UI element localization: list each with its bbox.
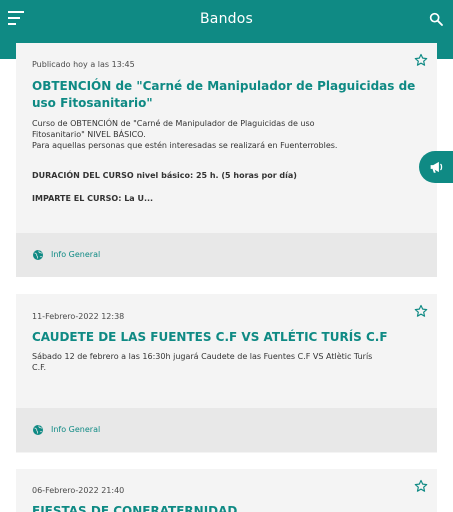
- card-date: Publicado hoy a las 13:45: [32, 60, 135, 69]
- card-title[interactable]: OBTENCIÓN de "Carné de Manipulador de Pl…: [32, 78, 417, 112]
- category-link[interactable]: Info General: [51, 250, 100, 259]
- card-body-line: Sábado 12 de febrero a las 16:30h jugará…: [32, 352, 373, 361]
- page-title: Bandos: [199, 11, 253, 27]
- card-title[interactable]: FIESTAS DE CONFRATERNIDAD: [32, 503, 417, 512]
- news-card[interactable]: 06-Febrero-2022 21:40 FIESTAS DE CONFRAT…: [16, 469, 437, 512]
- card-body-line: Fitosanitario" NIVEL BÁSICO.: [32, 130, 146, 139]
- globe-icon: [33, 425, 43, 435]
- star-icon[interactable]: [414, 479, 428, 493]
- card-body-line: Para aquellas personas que estén interes…: [32, 141, 338, 150]
- star-icon[interactable]: [414, 53, 428, 67]
- card-body-line: DURACIÓN DEL CURSO nivel básico: 25 h. (…: [32, 171, 297, 180]
- card-date: 06-Febrero-2022 21:40: [32, 486, 125, 495]
- card-body-line: C.F.: [32, 363, 46, 372]
- news-card[interactable]: Publicado hoy a las 13:45 OBTENCIÓN de "…: [16, 43, 437, 277]
- card-date: 11-Febrero-2022 12:38: [32, 312, 125, 321]
- megaphone-icon: [430, 161, 443, 173]
- search-icon[interactable]: [428, 11, 444, 27]
- card-footer: Info General: [16, 233, 437, 277]
- card-body-line: IMPARTE EL CURSO: La U...: [32, 194, 154, 203]
- announcement-button[interactable]: [419, 151, 453, 183]
- news-card[interactable]: 11-Febrero-2022 12:38 CAUDETE DE LAS FUE…: [16, 294, 437, 453]
- card-body: Sábado 12 de febrero a las 16:30h jugará…: [32, 351, 421, 373]
- category-link[interactable]: Info General: [51, 425, 100, 434]
- card-footer: Info General: [16, 408, 437, 452]
- card-title[interactable]: CAUDETE DE LAS FUENTES C.F VS ATLÉTIC TU…: [32, 329, 417, 346]
- star-icon[interactable]: [414, 304, 428, 318]
- card-body-line: Curso de OBTENCIÓN de "Carné de Manipula…: [32, 119, 315, 128]
- app-bar: Bandos: [0, 0, 453, 43]
- globe-icon: [33, 250, 43, 260]
- card-body: Curso de OBTENCIÓN de "Carné de Manipula…: [32, 118, 421, 204]
